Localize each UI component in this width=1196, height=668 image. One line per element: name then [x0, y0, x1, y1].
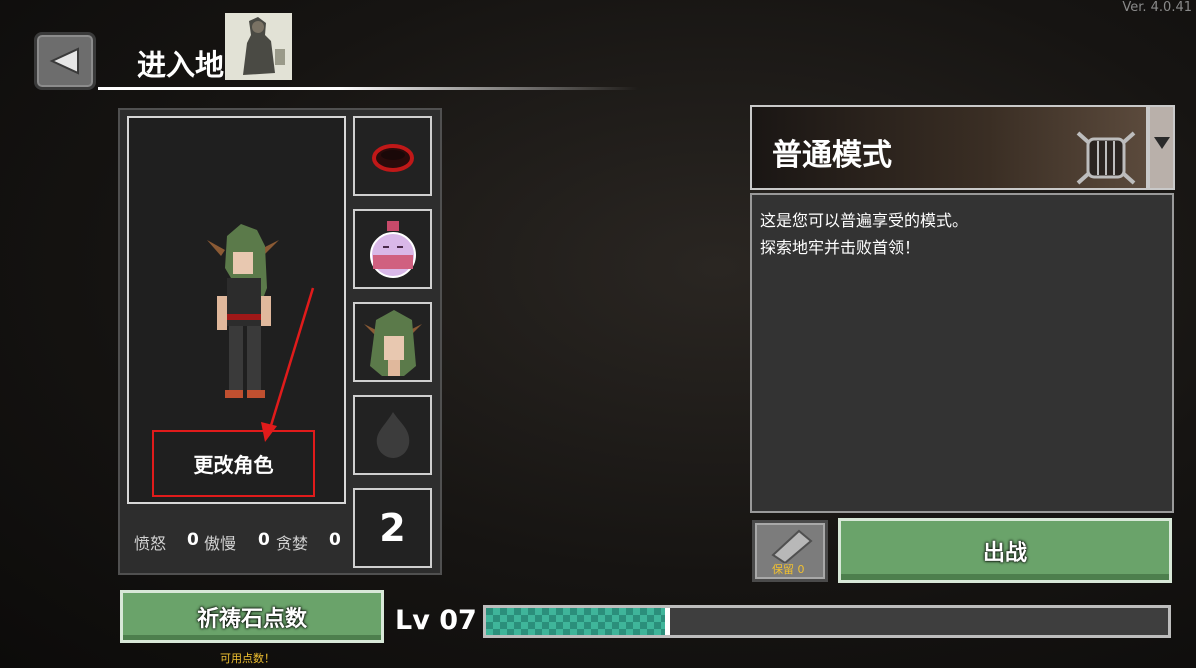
equipment-count: 2 — [379, 506, 406, 550]
version-label: Ver. 4.0.41 — [1122, 0, 1192, 15]
character-face-icon — [363, 310, 422, 376]
slot-empty[interactable] — [353, 395, 432, 475]
annotation-arrow-icon — [261, 287, 315, 442]
potion-icon — [369, 221, 416, 278]
stat-greed-value-wrap: 0 — [329, 530, 341, 550]
change-character-button[interactable]: 更改角色 — [152, 430, 315, 497]
shield-crossed-swords-icon — [1076, 131, 1136, 185]
xp-progress-bar — [483, 605, 1171, 638]
stat-pride-value-wrap: 0 — [258, 530, 270, 550]
equipment-count-box: 2 — [353, 488, 432, 568]
stat-wrath-label: 愤怒 — [134, 534, 167, 553]
prayer-stone-points-label: 祈祷石点数 — [196, 606, 307, 632]
prayer-stone-points-button[interactable]: 祈祷石点数 — [120, 590, 384, 643]
mode-description: 这是您可以普遍享受的模式。 探索地牢并击败首领！ — [750, 193, 1174, 513]
stat-greed-value: 0 — [329, 530, 341, 550]
back-button[interactable] — [34, 32, 96, 90]
title-divider — [98, 87, 638, 90]
start-battle-label: 出战 — [982, 540, 1027, 566]
stat-greed: 贪婪 — [276, 530, 308, 554]
mode-dropdown-button[interactable] — [1148, 105, 1175, 190]
page-title: 进入地 — [137, 48, 225, 82]
stat-wrath-value: 0 — [187, 530, 199, 550]
keep-count-label: 保留 0 — [772, 563, 805, 576]
stat-greed-label: 贪婪 — [276, 534, 309, 553]
chevron-down-icon — [1153, 137, 1170, 149]
thumbnail-image — [225, 13, 292, 80]
start-battle-button[interactable]: 出战 — [838, 518, 1172, 583]
mode-description-line2: 探索地牢并击败首领！ — [760, 238, 921, 257]
mode-title: 普通模式 — [772, 138, 892, 173]
change-character-label: 更改角色 — [193, 453, 274, 477]
xp-progress-fill — [486, 608, 671, 635]
slot-character-face[interactable] — [353, 302, 432, 382]
available-points-note: 可用点数！ — [220, 652, 275, 665]
stat-pride-label: 傲慢 — [204, 534, 237, 553]
stat-wrath-value-wrap: 0 — [187, 530, 199, 550]
slot-potion[interactable] — [353, 209, 432, 289]
stat-pride: 傲慢 — [204, 530, 236, 554]
stat-pride-value: 0 — [258, 530, 270, 550]
stat-wrath: 愤怒 — [134, 530, 166, 554]
back-arrow-icon — [49, 47, 79, 75]
slot-ring[interactable] — [353, 116, 432, 196]
flame-icon — [376, 412, 409, 458]
ticket-icon — [771, 529, 813, 563]
mode-description-line1: 这是您可以普遍享受的模式。 — [760, 211, 969, 230]
ring-icon — [371, 144, 414, 172]
level-label: Lv 07 — [395, 605, 477, 636]
